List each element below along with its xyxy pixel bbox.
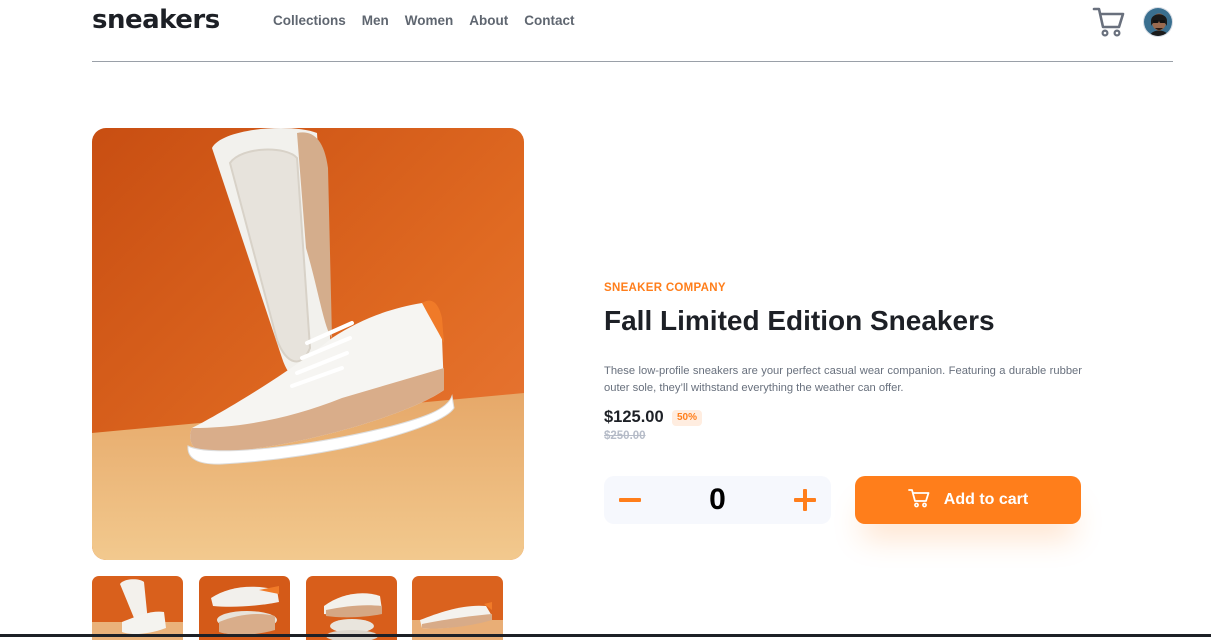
cart-icon xyxy=(907,488,930,512)
thumbnail-2[interactable] xyxy=(199,576,290,640)
product-title: Fall Limited Edition Sneakers xyxy=(604,305,995,336)
discount-badge: 50% xyxy=(672,410,703,426)
nav-about[interactable]: About xyxy=(469,13,508,28)
cart-icon[interactable] xyxy=(1092,5,1126,39)
nav-men[interactable]: Men xyxy=(362,13,389,28)
thumbnail-3[interactable] xyxy=(306,576,397,640)
quantity-value[interactable]: 0 xyxy=(656,476,779,524)
minus-icon[interactable] xyxy=(604,476,656,524)
product-description: These low-profile sneakers are your perf… xyxy=(604,365,1082,394)
nav-collections[interactable]: Collections xyxy=(273,13,346,28)
logo[interactable]: sneakers xyxy=(92,5,220,35)
nav-women[interactable]: Women xyxy=(405,13,454,28)
thumbnail-1[interactable] xyxy=(92,576,183,640)
add-to-cart-button[interactable]: Add to cart xyxy=(855,476,1081,524)
main-product-image[interactable] xyxy=(92,128,524,560)
company-name: SNEAKER COMPANY xyxy=(604,282,726,294)
nav-contact[interactable]: Contact xyxy=(524,13,574,28)
thumbnail-4[interactable] xyxy=(412,576,503,640)
current-price: $125.00 xyxy=(604,408,664,426)
main-nav: Collections Men Women About Contact xyxy=(273,13,575,28)
quantity-stepper: 0 xyxy=(604,476,831,524)
site-header: sneakers Collections Men Women About Con… xyxy=(92,0,1173,62)
add-to-cart-label: Add to cart xyxy=(943,491,1029,508)
user-avatar[interactable] xyxy=(1143,7,1173,37)
plus-icon[interactable] xyxy=(779,476,831,524)
original-price: $250.00 xyxy=(604,430,646,442)
